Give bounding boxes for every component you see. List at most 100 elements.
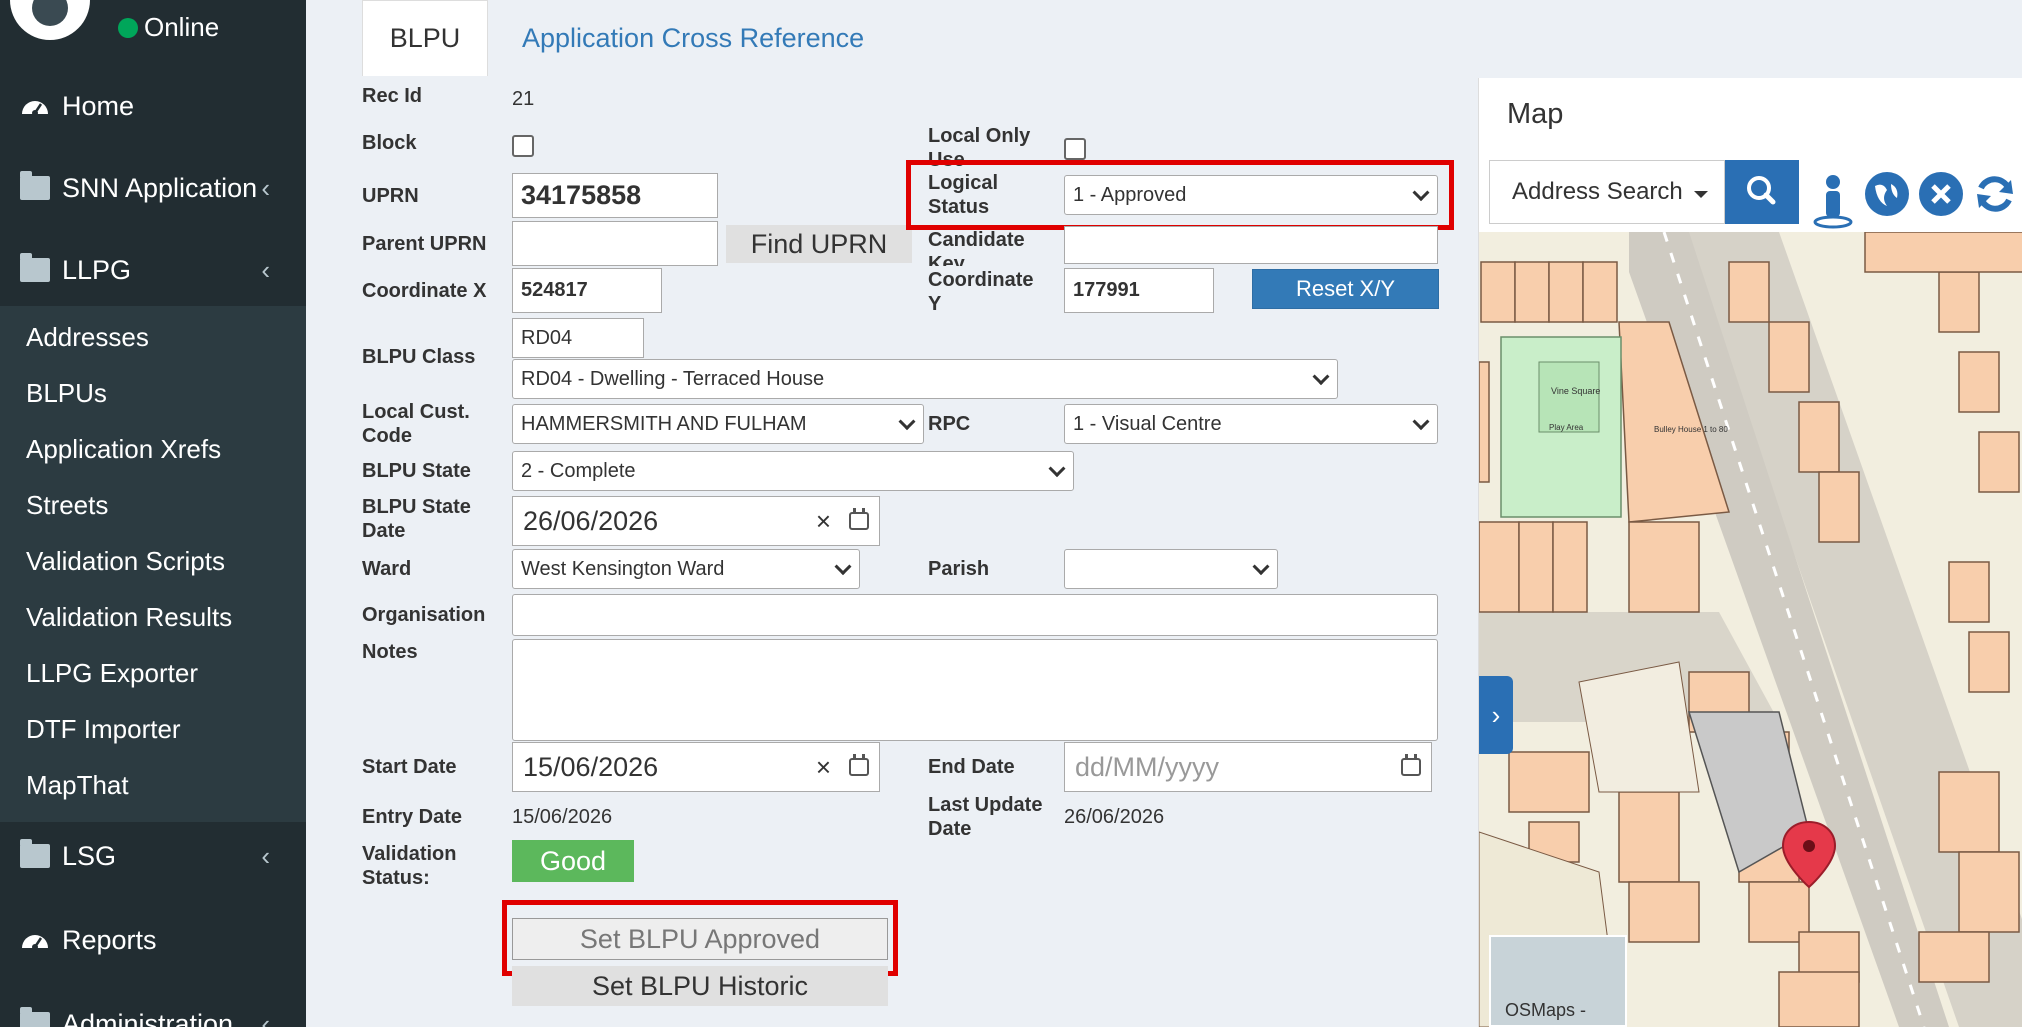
entry-date-value: 15/06/2026 — [512, 806, 613, 828]
highlight-approved-box — [502, 900, 898, 976]
menu-snn-label: SNN Application — [62, 172, 258, 203]
overview-label: OSMaps - — [1505, 1000, 1587, 1020]
submenu-mapthat[interactable]: MapThat — [26, 770, 129, 801]
blpu-state-select[interactable]: 2 - Complete — [512, 451, 1074, 491]
address-search-dropdown[interactable]: Address Search — [1489, 160, 1725, 224]
blpu-class-code-input[interactable]: RD04 — [512, 318, 644, 358]
ward-label: Ward — [362, 558, 412, 580]
rec-id-label: Rec Id — [362, 85, 423, 107]
blpu-state-date-input[interactable]: 26/06/2026 × — [512, 496, 880, 546]
local-cust-code-select[interactable]: HAMMERSMITH AND FULHAM — [512, 404, 924, 444]
validation-status-badge: Good — [512, 840, 634, 882]
calendar-icon[interactable] — [1401, 754, 1421, 776]
start-date-input[interactable]: 15/06/2026 × — [512, 742, 880, 792]
last-update-date-label: Last Update Date — [928, 794, 1043, 840]
rec-id-value: 21 — [512, 88, 535, 110]
submenu-streets[interactable]: Streets — [26, 490, 108, 521]
coordinate-y-input[interactable]: 177991 — [1064, 268, 1214, 313]
entry-date-label: Entry Date — [362, 806, 463, 828]
street-view-icon[interactable] — [1811, 172, 1855, 229]
folder-icon — [20, 1007, 50, 1027]
ward-select[interactable]: West Kensington Ward — [512, 549, 860, 589]
dashboard-icon — [22, 935, 48, 950]
chevron-down-icon — [1312, 368, 1330, 386]
menu-home[interactable]: Home — [0, 72, 306, 140]
candidate-key-input[interactable] — [1064, 226, 1438, 264]
end-date-placeholder: dd/MM/yyyy — [1075, 751, 1220, 782]
chevron-down-icon — [1048, 460, 1066, 478]
menu-administration-label: Administration — [62, 1008, 234, 1027]
ward-value: West Kensington Ward — [521, 557, 725, 580]
map-canvas[interactable]: Vine Square Play Area Bulley House 1 to … — [1479, 232, 2022, 1027]
folder-icon — [20, 171, 50, 200]
block-label: Block — [362, 132, 417, 154]
submenu-addresses[interactable]: Addresses — [26, 322, 149, 353]
clear-icon[interactable]: × — [816, 752, 831, 783]
caret-down-icon — [1694, 191, 1708, 198]
map-overview[interactable]: OSMaps - — [1489, 935, 1627, 1027]
start-date-label: Start Date — [362, 756, 457, 778]
block-checkbox[interactable] — [512, 135, 534, 157]
menu-lsg-label: LSG — [62, 840, 117, 871]
chevron-left-icon: ‹ — [261, 172, 270, 203]
organisation-input[interactable] — [512, 594, 1438, 636]
play-area-label: Play Area — [1549, 423, 1584, 432]
blpu-state-label: BLPU State — [362, 460, 471, 482]
menu-lsg[interactable]: LSG ‹ — [0, 822, 306, 890]
refresh-icon[interactable] — [1973, 172, 2017, 216]
submenu-validation-scripts[interactable]: Validation Scripts — [26, 546, 225, 577]
rpc-select[interactable]: 1 - Visual Centre — [1064, 404, 1438, 444]
coordinate-x-label: Coordinate X — [362, 280, 487, 302]
coordinate-x-input[interactable]: 524817 — [512, 268, 662, 313]
uprn-input[interactable]: 34175858 — [512, 173, 718, 218]
menu-llpg[interactable]: LLPG ‹ — [0, 236, 306, 304]
menu-snn-application[interactable]: SNN Application ‹ — [0, 154, 306, 222]
tab-blpu[interactable]: BLPU — [362, 0, 488, 76]
chevron-left-icon: ‹ — [261, 840, 270, 871]
calendar-icon[interactable] — [849, 754, 869, 776]
local-cust-code-label: Local Cust. Code — [362, 401, 470, 447]
parent-uprn-label: Parent UPRN — [362, 233, 487, 255]
end-date-input[interactable]: dd/MM/yyyy — [1064, 742, 1432, 792]
menu-reports[interactable]: Reports — [0, 906, 306, 974]
folder-icon — [20, 253, 50, 282]
parish-select[interactable] — [1064, 549, 1278, 589]
globe-icon[interactable] — [1865, 172, 1909, 216]
start-date-value: 15/06/2026 — [523, 751, 659, 782]
submenu-application-xrefs[interactable]: Application Xrefs — [26, 434, 221, 465]
submenu-blpus[interactable]: BLPUs — [26, 378, 107, 409]
menu-administration[interactable]: Administration ‹ — [0, 990, 306, 1027]
clear-icon[interactable]: × — [816, 506, 831, 537]
calendar-icon[interactable] — [849, 508, 869, 530]
chevron-left-icon: ‹ — [261, 254, 270, 285]
parent-uprn-input[interactable] — [512, 221, 718, 266]
last-update-date-value: 26/06/2026 — [1064, 806, 1165, 828]
highlight-logical-status-box — [906, 160, 1454, 230]
organisation-label: Organisation — [362, 604, 486, 626]
user-panel: Online — [0, 0, 306, 60]
map-collapse-button[interactable]: › — [1479, 676, 1513, 754]
menu-llpg-label: LLPG — [62, 254, 132, 285]
reset-xy-button[interactable]: Reset X/Y — [1252, 269, 1439, 309]
set-blpu-historic-button[interactable]: Set BLPU Historic — [512, 966, 888, 1006]
local-cust-code-value: HAMMERSMITH AND FULHAM — [521, 412, 807, 435]
notes-textarea[interactable] — [512, 639, 1438, 741]
vine-square-label: Vine Square — [1551, 386, 1600, 396]
submenu-llpg-exporter[interactable]: LLPG Exporter — [26, 658, 198, 689]
online-status: Online — [118, 12, 219, 43]
close-circle-icon[interactable] — [1919, 172, 1963, 216]
map-search-button[interactable] — [1725, 160, 1799, 224]
menu-reports-label: Reports — [62, 924, 157, 955]
local-only-use-checkbox[interactable] — [1064, 138, 1086, 160]
map-title: Map — [1507, 98, 1564, 130]
blpu-class-select[interactable]: RD04 - Dwelling - Terraced House — [512, 359, 1338, 399]
map-tiles: Vine Square Play Area Bulley House 1 to … — [1479, 232, 2022, 1027]
address-search-label: Address Search — [1512, 178, 1683, 205]
blpu-state-date-value: 26/06/2026 — [523, 505, 659, 536]
user-avatar[interactable] — [10, 0, 90, 40]
submenu-dtf-importer[interactable]: DTF Importer — [26, 714, 181, 745]
submenu-validation-results[interactable]: Validation Results — [26, 602, 232, 633]
find-uprn-button[interactable]: Find UPRN — [726, 225, 912, 263]
tab-application-cross-reference[interactable]: Application Cross Reference — [522, 0, 864, 76]
online-dot-icon — [118, 18, 138, 38]
